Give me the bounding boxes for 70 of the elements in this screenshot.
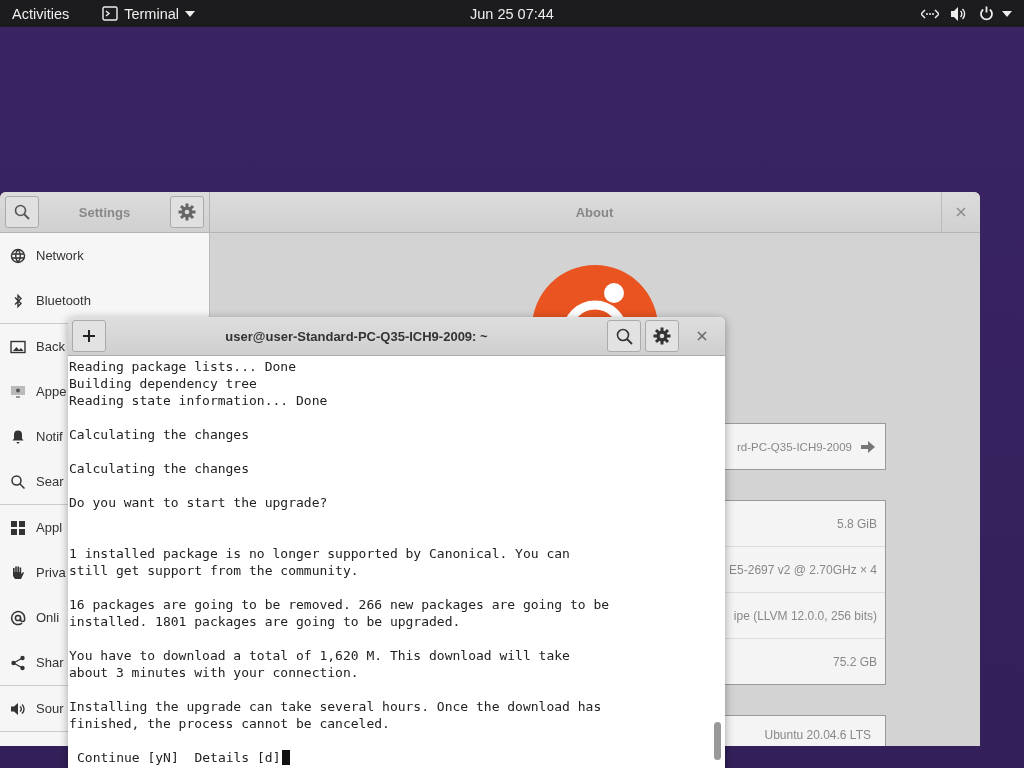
new-tab-button[interactable] <box>72 320 106 352</box>
activities-button[interactable]: Activities <box>12 5 70 22</box>
system-menu[interactable] <box>979 6 1012 21</box>
sidebar-item[interactable]: Priva <box>0 550 66 595</box>
sidebar-item[interactable]: Sour <box>0 686 64 731</box>
terminal-line: Building dependency tree <box>69 375 258 392</box>
terminal-line: Calculating the changes <box>69 460 250 477</box>
power-icon <box>979 6 994 21</box>
sidebar-item[interactable]: Sear <box>0 459 64 504</box>
globe-icon <box>10 247 26 264</box>
window-title: user@user-Standard-PC-Q35-ICH9-2009: ~ <box>224 328 489 344</box>
search-icon <box>10 473 26 490</box>
menu-button[interactable] <box>170 196 204 228</box>
terminal-line: 16 packages are going to be removed. 266 new packages are going to be <box>69 596 611 613</box>
search-icon <box>615 327 633 345</box>
gear-icon <box>178 203 196 221</box>
share-icon <box>10 654 26 671</box>
bell-icon <box>10 428 26 445</box>
sidebar-item[interactable]: Appl <box>0 505 63 550</box>
panel-title: About <box>574 204 615 220</box>
info-value: E5-2697 v2 @ 2.70GHz × 4 <box>729 562 877 577</box>
scrollbar-thumb[interactable] <box>714 722 721 760</box>
terminal-line: finished, the process cannot be canceled. <box>69 715 391 732</box>
speaker-icon <box>10 700 26 717</box>
grid-icon <box>10 519 26 536</box>
caret-icon <box>1002 10 1012 17</box>
search-button[interactable] <box>607 320 641 352</box>
text-cursor <box>281 750 290 765</box>
sidebar-item[interactable]: Onli <box>0 595 60 640</box>
caret-icon <box>185 10 195 17</box>
plus-icon <box>83 330 95 342</box>
terminal-line: 1 installed package is no longer supported by Canonical. You can <box>69 545 571 562</box>
info-value: 5.8 GiB <box>836 516 877 531</box>
device-name-value: rd-PC-Q35-ICH9-2009 <box>736 440 852 453</box>
gear-icon <box>653 327 671 345</box>
terminal-line: about 3 minutes with your connection. <box>69 664 360 681</box>
terminal-line: installed. 1801 packages are going to be upgraded. <box>69 613 462 630</box>
terminal-line: Calculating the changes <box>69 426 250 443</box>
picture-icon <box>10 338 26 355</box>
sidebar-item[interactable]: Notif <box>0 414 63 459</box>
info-value: ipe (LLVM 12.0.0, 256 bits) <box>733 608 877 623</box>
hand-icon <box>10 564 26 581</box>
at-icon <box>10 609 26 626</box>
terminal-line: Reading package lists... Done <box>69 358 297 375</box>
close-icon <box>956 207 966 217</box>
menu-button[interactable] <box>645 320 679 352</box>
terminal-prompt: Continue [yN] Details [d] <box>77 749 281 766</box>
sidebar-item[interactable]: Bluetooth <box>0 278 91 323</box>
network-icon[interactable] <box>921 8 939 19</box>
info-value: 75.2 GB <box>832 655 877 669</box>
volume-icon[interactable] <box>951 6 967 21</box>
clock[interactable]: Jun 25 07:44 <box>470 5 554 22</box>
terminal-line: You have to download a total of 1,620 M. This download will take <box>69 647 571 664</box>
monitor-icon <box>10 383 26 400</box>
sidebar-title: Settings <box>78 204 131 220</box>
search-button[interactable] <box>5 196 39 228</box>
search-icon <box>14 204 30 220</box>
close-icon <box>697 331 707 341</box>
terminal-line: Do you want to start the upgrade? <box>69 494 329 511</box>
terminal-line: Reading state information... Done <box>69 392 329 409</box>
sidebar-item[interactable]: Shar <box>0 640 64 685</box>
terminal-icon <box>102 6 119 21</box>
sidebar-item[interactable]: Appe <box>0 369 67 414</box>
app-menu[interactable]: Terminal <box>102 5 195 22</box>
sidebar-item[interactable]: Network <box>0 233 84 278</box>
arrow-icon <box>861 440 875 453</box>
terminal-line: still get support from the community. <box>69 562 360 579</box>
sidebar-item[interactable]: Back <box>0 324 65 369</box>
os-name-value: Ubuntu 20.04.6 LTS <box>764 728 871 742</box>
terminal-line: Installing the upgrade can take several hours. Once the download has <box>69 698 603 715</box>
